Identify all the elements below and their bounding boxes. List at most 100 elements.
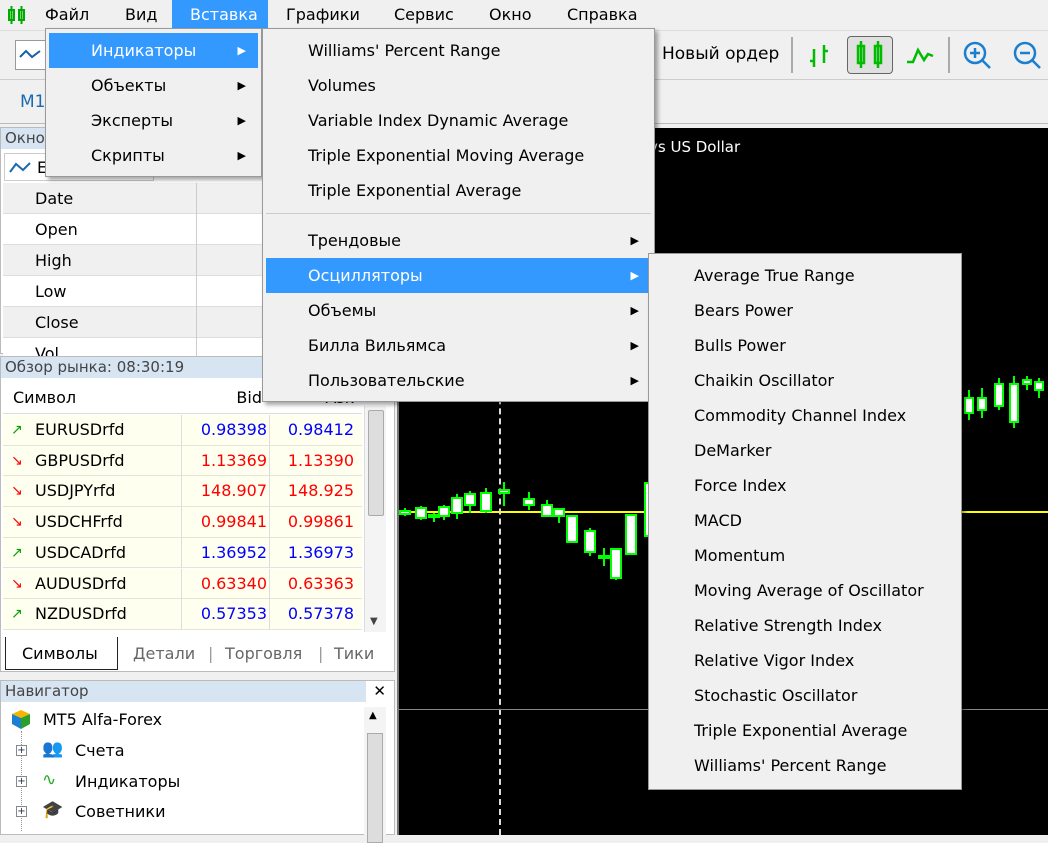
column-divider (196, 183, 197, 214)
menu-bar: Файл Вид Вставка Графики Сервис Окно Спр… (0, 0, 1048, 29)
mt5-logo-icon (12, 710, 30, 729)
menu-service[interactable]: Сервис (376, 0, 472, 29)
scrollbar-thumb[interactable] (368, 410, 384, 516)
candle-body (977, 397, 987, 411)
menu-item-скрипты[interactable]: Скрипты ▶ (49, 138, 258, 173)
column-divider (196, 276, 197, 307)
menu-item-label: Осцилляторы (308, 266, 423, 285)
navigator-scrollbar[interactable]: ▲ (364, 707, 386, 843)
menu-insert[interactable]: Вставка (172, 0, 268, 29)
menu-item-пользовательские[interactable]: Пользовательские ▶ (266, 363, 651, 398)
menu-item-label: Bears Power (694, 301, 793, 320)
menu-item-chaikin-oscillator[interactable]: Chaikin Oscillator (652, 363, 958, 398)
menu-item-momentum[interactable]: Momentum (652, 538, 958, 573)
tab-ticks[interactable]: Тики (334, 638, 374, 669)
tab-symbols-label[interactable]: Символы (22, 638, 98, 669)
zoom-in-icon[interactable] (962, 40, 994, 72)
menu-item-трендовые[interactable]: Трендовые ▶ (266, 223, 651, 258)
menu-item-label: Volumes (308, 76, 376, 95)
menu-item-demarker[interactable]: DeMarker (652, 433, 958, 468)
menu-window[interactable]: Окно (471, 0, 550, 29)
menu-item-label: MACD (694, 511, 742, 530)
market-row[interactable]: ↗ USDCADrfd 1.36952 1.36973 (3, 537, 362, 569)
menu-item-label: Bulls Power (694, 336, 786, 355)
tab-trading[interactable]: Торговля (225, 638, 302, 669)
navigator-root[interactable]: MT5 Alfa-Forex (43, 705, 162, 735)
market-row[interactable]: ↗ NZDUSDrfd 0.57353 0.57378 (3, 599, 362, 630)
submenu-arrow-icon: ▶ (630, 234, 639, 247)
menu-item-triple-exponential-moving-average[interactable]: Triple Exponential Moving Average (266, 138, 651, 173)
menu-item-commodity-channel-index[interactable]: Commodity Channel Index (652, 398, 958, 433)
menu-item-bulls-power[interactable]: Bulls Power (652, 328, 958, 363)
menu-item-label: Commodity Channel Index (694, 406, 907, 425)
market-row[interactable]: ↗ EURUSDrfd 0.98398 0.98412 (3, 415, 362, 446)
expand-icon[interactable]: + (16, 775, 27, 787)
menu-item-label: Скрипты (91, 146, 165, 165)
menu-item-эксперты[interactable]: Эксперты ▶ (49, 103, 258, 138)
header-symbol[interactable]: Символ (13, 382, 76, 414)
header-bid[interactable]: Bid (236, 382, 262, 414)
expand-icon[interactable]: + (16, 745, 27, 756)
menu-item-force-index[interactable]: Force Index (652, 468, 958, 503)
menu-item-label: Variable Index Dynamic Average (308, 111, 569, 130)
market-watch-scrollbar[interactable]: ▼ (364, 406, 386, 632)
column-divider (181, 568, 182, 599)
menu-item-bears-power[interactable]: Bears Power (652, 293, 958, 328)
menu-item-williams-percent-range[interactable]: Williams' Percent Range (266, 33, 651, 68)
zoom-out-icon[interactable] (1012, 40, 1044, 72)
menu-charts[interactable]: Графики (268, 0, 378, 29)
menu-item-объемы[interactable]: Объемы ▶ (266, 293, 651, 328)
navigator-item-2[interactable]: Советники (75, 797, 165, 827)
tab-details[interactable]: Детали (133, 638, 195, 669)
menu-item-объекты[interactable]: Объекты ▶ (49, 68, 258, 103)
navigator-item-0[interactable]: Счета (75, 736, 125, 766)
close-icon[interactable]: ✕ (373, 682, 386, 700)
line-chart-button[interactable] (15, 40, 47, 70)
symbol-name: EURUSDrfd (35, 420, 125, 439)
expand-icon[interactable]: + (16, 806, 27, 817)
symbol-name: USDJPYrfd (35, 481, 116, 501)
menu-item-triple-exponential-average[interactable]: Triple Exponential Average (652, 713, 958, 748)
menu-item-label: DeMarker (694, 441, 772, 460)
navigator-item-1[interactable]: Индикаторы (75, 767, 180, 797)
menu-item-macd[interactable]: MACD (652, 503, 958, 538)
menu-item-average-true-range[interactable]: Average True Range (652, 258, 958, 293)
bar-chart-icon[interactable] (808, 41, 836, 71)
candle-body (994, 383, 1004, 407)
candle-body (498, 489, 510, 494)
column-divider (269, 476, 270, 507)
menu-item-индикаторы[interactable]: Индикаторы ▶ (49, 33, 258, 68)
menu-help[interactable]: Справка (549, 0, 656, 29)
menu-item-билла-вильямса[interactable]: Билла Вильямса ▶ (266, 328, 651, 363)
menu-item-relative-strength-index[interactable]: Relative Strength Index (652, 608, 958, 643)
candle-chart-button[interactable] (847, 36, 893, 74)
line-icon[interactable] (905, 44, 935, 68)
scrollbar-thumb[interactable] (367, 733, 383, 843)
candle-body (598, 555, 610, 559)
market-row[interactable]: ↘ AUDUSDrfd 0.63340 0.63363 (3, 568, 362, 600)
menu-item-stochastic-oscillator[interactable]: Stochastic Oscillator (652, 678, 958, 713)
market-row[interactable]: ↘ GBPUSDrfd 1.13369 1.13390 (3, 445, 362, 477)
menu-item-label: Билла Вильямса (308, 336, 447, 355)
scroll-up-arrow[interactable]: ▲ (369, 710, 377, 721)
market-row[interactable]: ↘ USDCHFrfd 0.99841 0.99861 (3, 507, 362, 538)
menu-item-label: Relative Strength Index (694, 616, 882, 635)
menu-item-williams-percent-range[interactable]: Williams' Percent Range (652, 748, 958, 783)
menu-view[interactable]: Вид (107, 0, 175, 29)
candle-body (1034, 381, 1044, 391)
timeframe-m1-button[interactable]: M1 (20, 92, 45, 112)
menu-item-осцилляторы[interactable]: Осцилляторы ▶ (266, 258, 651, 293)
menu-item-moving-average-of-oscillator[interactable]: Moving Average of Oscillator (652, 573, 958, 608)
menu-item-triple-exponential-average[interactable]: Triple Exponential Average (266, 173, 651, 208)
menu-item-relative-vigor-index[interactable]: Relative Vigor Index (652, 643, 958, 678)
menu-item-volumes[interactable]: Volumes (266, 68, 651, 103)
submenu-arrow-icon: ▶ (630, 304, 639, 317)
bid-price: 0.99841 (200, 512, 267, 532)
menu-file[interactable]: Файл (27, 0, 107, 29)
menu-item-variable-index-dynamic-average[interactable]: Variable Index Dynamic Average (266, 103, 651, 138)
market-row[interactable]: ↘ USDJPYrfd 148.907 148.925 (3, 476, 362, 508)
new-order-button[interactable]: Новый ордер (662, 44, 779, 64)
menu-item-label: Average True Range (694, 266, 855, 285)
scroll-down-arrow[interactable]: ▼ (370, 616, 378, 627)
submenu-arrow-icon: ▶ (630, 269, 639, 282)
